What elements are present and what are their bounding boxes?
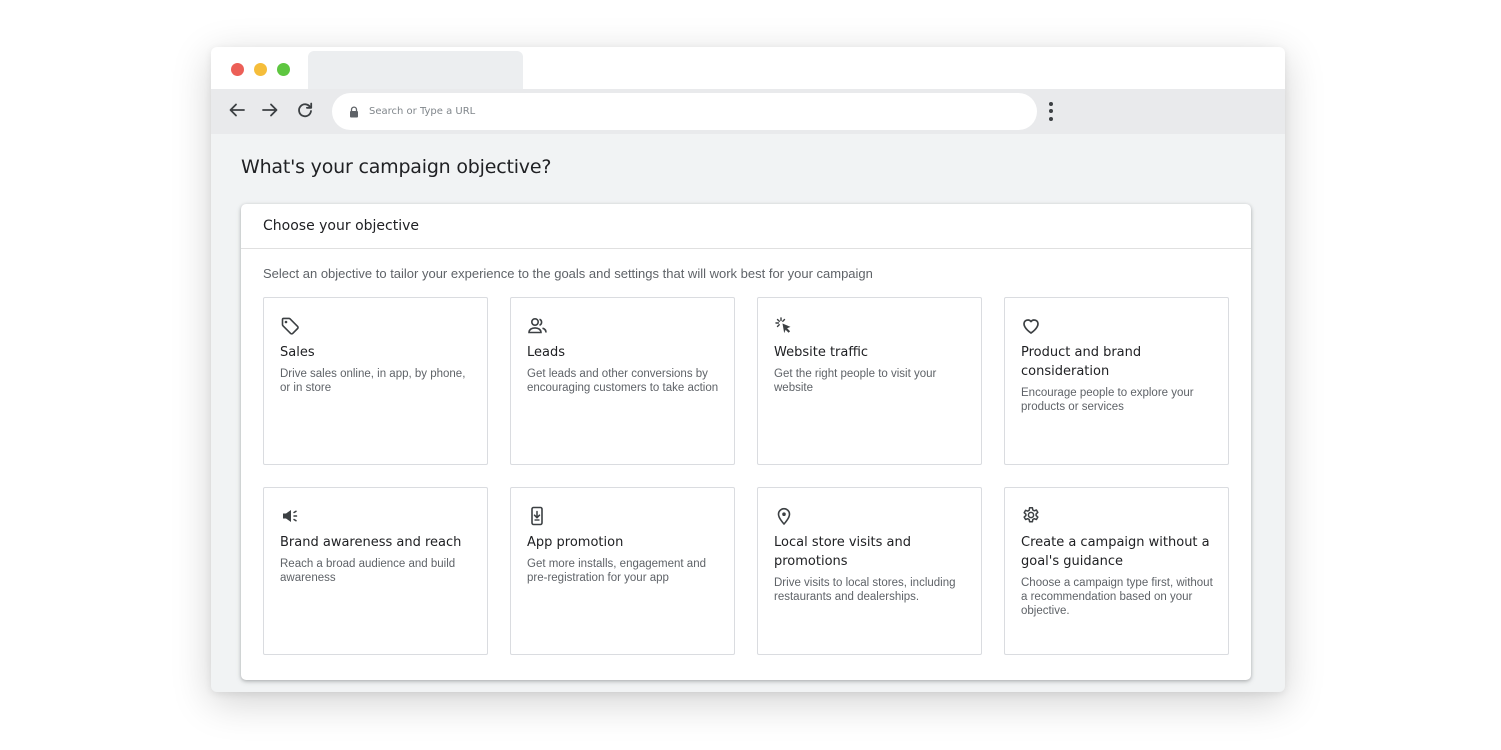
card-subtitle: Select an objective to tailor your exper… [263,266,873,281]
heart-icon [1021,316,1043,336]
objective-title: Product and brand consideration [1021,345,1142,379]
browser-toolbar [211,89,1285,134]
title-bar [211,47,1285,89]
megaphone-icon [280,506,302,526]
back-button[interactable] [225,98,249,122]
cursor-click-icon [774,316,796,336]
close-window-button[interactable] [231,63,244,76]
objective-title: Local store visits and promotions [774,535,911,569]
objective-tile-brand-awareness[interactable]: Brand awareness and reach Reach a broad … [263,487,488,655]
objective-tile-website-traffic[interactable]: Website traffic Get the right people to … [757,297,982,465]
address-bar[interactable] [332,93,1037,130]
maximize-window-button[interactable] [277,63,290,76]
objective-tile-product-brand[interactable]: Product and brand consideration Encourag… [1004,297,1229,465]
objective-description: Drive visits to local stores, including … [774,577,956,603]
browser-menu-button[interactable] [1043,98,1059,124]
page-title: What's your campaign objective? [241,156,552,178]
objective-tile-leads[interactable]: Leads Get leads and other conversions by… [510,297,735,465]
arrow-left-icon [229,103,245,117]
forward-button[interactable] [258,98,282,122]
card-header: Choose your objective [241,204,1251,249]
card-header-title: Choose your objective [263,218,419,234]
objective-title: Brand awareness and reach [280,535,462,550]
browser-tab[interactable] [308,51,523,89]
objective-tile-local-store[interactable]: Local store visits and promotions Drive … [757,487,982,655]
objective-title: Leads [527,345,566,360]
objective-tile-sales[interactable]: Sales Drive sales online, in app, by pho… [263,297,488,465]
menu-dot [1049,101,1053,106]
objective-description: Get leads and other conversions by encou… [527,368,719,394]
objective-description: Drive sales online, in app, by phone, or… [280,368,466,394]
menu-dot [1049,116,1053,121]
minimize-window-button[interactable] [254,63,267,76]
objective-description: Reach a broad audience and build awarene… [280,558,456,584]
objective-description: Choose a campaign type first, without a … [1021,577,1213,617]
objective-title: Sales [280,345,315,360]
gear-icon [1021,506,1043,526]
objective-tile-no-goal[interactable]: Create a campaign without a goal's guida… [1004,487,1229,655]
lock-icon [349,105,359,118]
objective-title: App promotion [527,535,624,550]
location-pin-icon [774,506,796,526]
url-input[interactable] [369,106,969,117]
objective-title: Website traffic [774,345,869,360]
tag-icon [280,316,302,336]
arrow-right-icon [262,103,278,117]
people-icon [527,316,549,336]
objective-tile-app-promotion[interactable]: App promotion Get more installs, engagem… [510,487,735,655]
objective-description: Get the right people to visit your websi… [774,368,937,394]
reload-icon [298,102,313,118]
browser-window: What's your campaign objective? Choose y… [211,47,1285,692]
objective-card: Choose your objective Select an objectiv… [241,204,1251,680]
objective-description: Encourage people to explore your product… [1021,387,1194,413]
phone-download-icon [527,506,549,526]
reload-button[interactable] [293,98,317,122]
objective-title: Create a campaign without a goal's guida… [1021,535,1210,569]
menu-dot [1049,109,1053,113]
objective-description: Get more installs, engagement and pre-re… [527,558,706,584]
